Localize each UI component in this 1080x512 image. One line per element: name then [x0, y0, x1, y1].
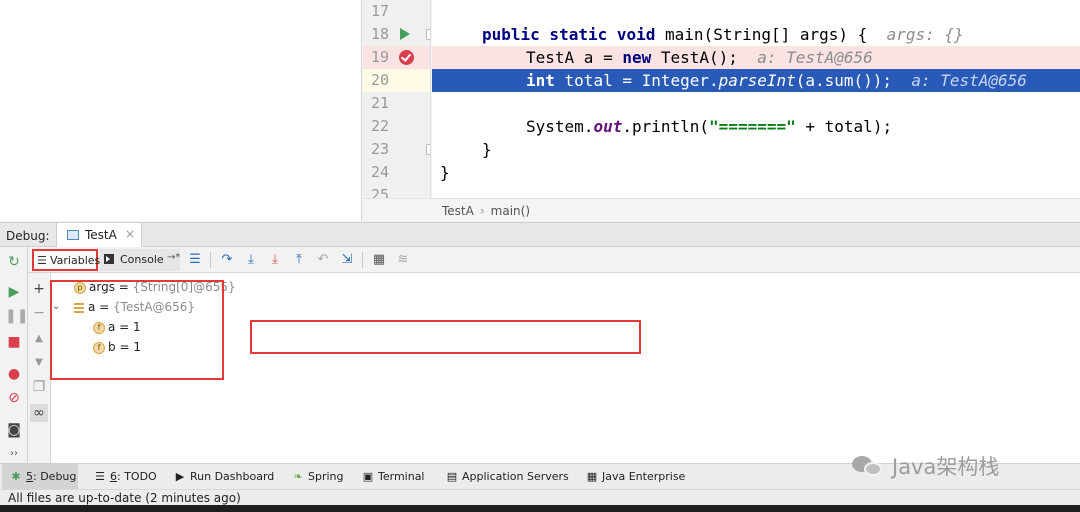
terminal-icon: ▣ — [362, 470, 374, 483]
play-icon: ▶ — [175, 470, 185, 483]
tool-debug[interactable]: ✱ 5: Debug — [2, 464, 78, 490]
resume-icon[interactable]: ▶ — [5, 283, 23, 301]
watermark: Java架构栈 — [852, 450, 999, 482]
tool-todo[interactable]: ☰ 6: TODO — [94, 464, 157, 490]
debug-session-tab[interactable]: TestA × — [56, 223, 142, 247]
line-number-23[interactable]: 23 — [363, 138, 430, 161]
breakpoint-icon[interactable] — [399, 50, 414, 65]
run-gutter-icon[interactable] — [400, 28, 410, 40]
breadcrumb: TestA › main() — [442, 204, 530, 218]
move-up-icon[interactable]: ▲ — [30, 330, 48, 348]
trace-stream-icon[interactable]: ≋ — [394, 251, 412, 269]
line-number-20[interactable]: 20 — [363, 69, 430, 92]
code-line-18[interactable]: public static void main(String[] args) {… — [432, 23, 1080, 46]
tool-application-servers[interactable]: ▤ Application Servers — [446, 464, 569, 490]
camera-icon[interactable]: ◙ — [5, 421, 23, 439]
variables-icon: ☰ — [37, 254, 47, 267]
pin-icon[interactable]: →* — [167, 252, 180, 263]
tool-spring[interactable]: ❧ Spring — [292, 464, 343, 490]
tab-variables[interactable]: ☰ Variables — [32, 249, 100, 271]
line-number-25[interactable]: 25 — [363, 184, 430, 198]
show-execution-point-icon[interactable]: ☰ — [186, 251, 204, 269]
rerun-icon[interactable]: ↻ — [5, 253, 23, 271]
tool-terminal[interactable]: ▣ Terminal — [362, 464, 425, 490]
debug-label: Debug: — [6, 229, 50, 243]
code-line-24[interactable]: } — [432, 161, 1080, 184]
session-tab-label: TestA — [85, 228, 117, 242]
project-panel-blank — [0, 0, 362, 221]
line-number-21[interactable]: 21 — [363, 92, 430, 115]
code-editor[interactable]: public static void main(String[] args) {… — [432, 0, 1080, 198]
line-number-17[interactable]: 17 — [363, 0, 430, 23]
line-number-24[interactable]: 24 — [363, 161, 430, 184]
java-ee-icon: ▦ — [586, 470, 598, 483]
debug-left-toolbar: ↻ ▶ ❚❚ ■ ● ⊘ ◙ ›› — [0, 247, 28, 463]
code-line-19[interactable]: TestA a = new TestA(); a: TestA@656 — [432, 46, 1080, 69]
add-watch-icon[interactable]: + — [30, 280, 48, 298]
bug-icon: ✱ — [11, 470, 21, 483]
stop-icon[interactable]: ■ — [5, 333, 23, 351]
close-icon[interactable]: × — [125, 227, 135, 241]
fold-icon[interactable] — [426, 29, 430, 40]
force-step-into-icon[interactable]: ⤓ — [266, 251, 284, 269]
line-number-19[interactable]: 19 — [363, 46, 430, 69]
bottom-strip — [0, 505, 1080, 512]
breadcrumb-method[interactable]: main() — [491, 204, 530, 218]
highlight-box-variables — [50, 280, 224, 380]
debug-toolbar: ☰ Variables Console →* ☰ ↷ ⤓ ⤓ ⤒ ↶ ⇲ ▦ ≋ — [28, 247, 1080, 273]
wechat-icon — [852, 454, 886, 478]
list-icon: ☰ — [95, 470, 105, 483]
breadcrumb-class[interactable]: TestA — [442, 204, 474, 218]
run-to-cursor-icon[interactable]: ⇲ — [338, 251, 356, 269]
step-into-icon[interactable]: ⤓ — [242, 251, 260, 269]
watermark-text: Java架构栈 — [892, 455, 1000, 479]
line-number-22[interactable]: 22 — [363, 115, 430, 138]
code-line-23[interactable]: } — [432, 138, 1080, 161]
inline-debug-hint: args: {} — [886, 25, 964, 44]
fold-icon[interactable] — [426, 144, 430, 155]
code-line-20-current[interactable]: int total = Integer.parseInt(a.sum()); a… — [432, 69, 1080, 92]
tab-console[interactable]: Console →* — [100, 249, 180, 271]
status-text: All files are up-to-date (2 minutes ago) — [8, 491, 241, 505]
step-out-icon[interactable]: ⤒ — [290, 251, 308, 269]
drop-frame-icon[interactable]: ↶ — [314, 251, 332, 269]
view-breakpoints-icon[interactable]: ● — [5, 365, 23, 383]
tool-java-enterprise[interactable]: ▦ Java Enterprise — [586, 464, 686, 490]
more-icon[interactable]: ›› — [5, 445, 23, 463]
variables-side-toolbar: + − ▲ ▼ ❐ ∞ — [28, 273, 51, 463]
highlight-box-empty — [250, 320, 641, 354]
step-over-icon[interactable]: ↷ — [218, 251, 236, 269]
toolbar-divider — [210, 252, 211, 268]
editor-gutter[interactable]: 17 18 19 20 21 22 23 24 25 — [363, 0, 431, 198]
code-line-22[interactable]: System.out.println("=======" + total); — [432, 115, 1080, 138]
mute-breakpoints-icon[interactable]: ⊘ — [5, 389, 23, 407]
toolbar-divider — [362, 252, 363, 268]
pause-icon[interactable]: ❚❚ — [5, 307, 28, 325]
console-icon — [104, 254, 114, 264]
copy-icon[interactable]: ❐ — [30, 378, 48, 396]
run-config-icon — [67, 230, 79, 240]
leaf-icon: ❧ — [293, 470, 303, 483]
line-number-18[interactable]: 18 — [363, 23, 430, 46]
status-bar: All files are up-to-date (2 minutes ago) — [0, 489, 1080, 505]
debug-window-header: Debug: TestA × — [0, 222, 1080, 247]
breadcrumb-separator: › — [479, 204, 485, 218]
server-icon: ▤ — [446, 470, 458, 483]
inline-debug-hint: a: TestA@656 — [911, 71, 1027, 90]
evaluate-expression-icon[interactable]: ▦ — [370, 251, 388, 269]
remove-watch-icon[interactable]: − — [30, 304, 48, 322]
breadcrumb-bar: TestA › main() — [363, 198, 1080, 221]
tool-run-dashboard[interactable]: ▶ Run Dashboard — [174, 464, 275, 490]
glasses-icon[interactable]: ∞ — [30, 404, 48, 422]
inline-debug-hint: a: TestA@656 — [757, 48, 873, 67]
move-down-icon[interactable]: ▼ — [30, 354, 48, 372]
